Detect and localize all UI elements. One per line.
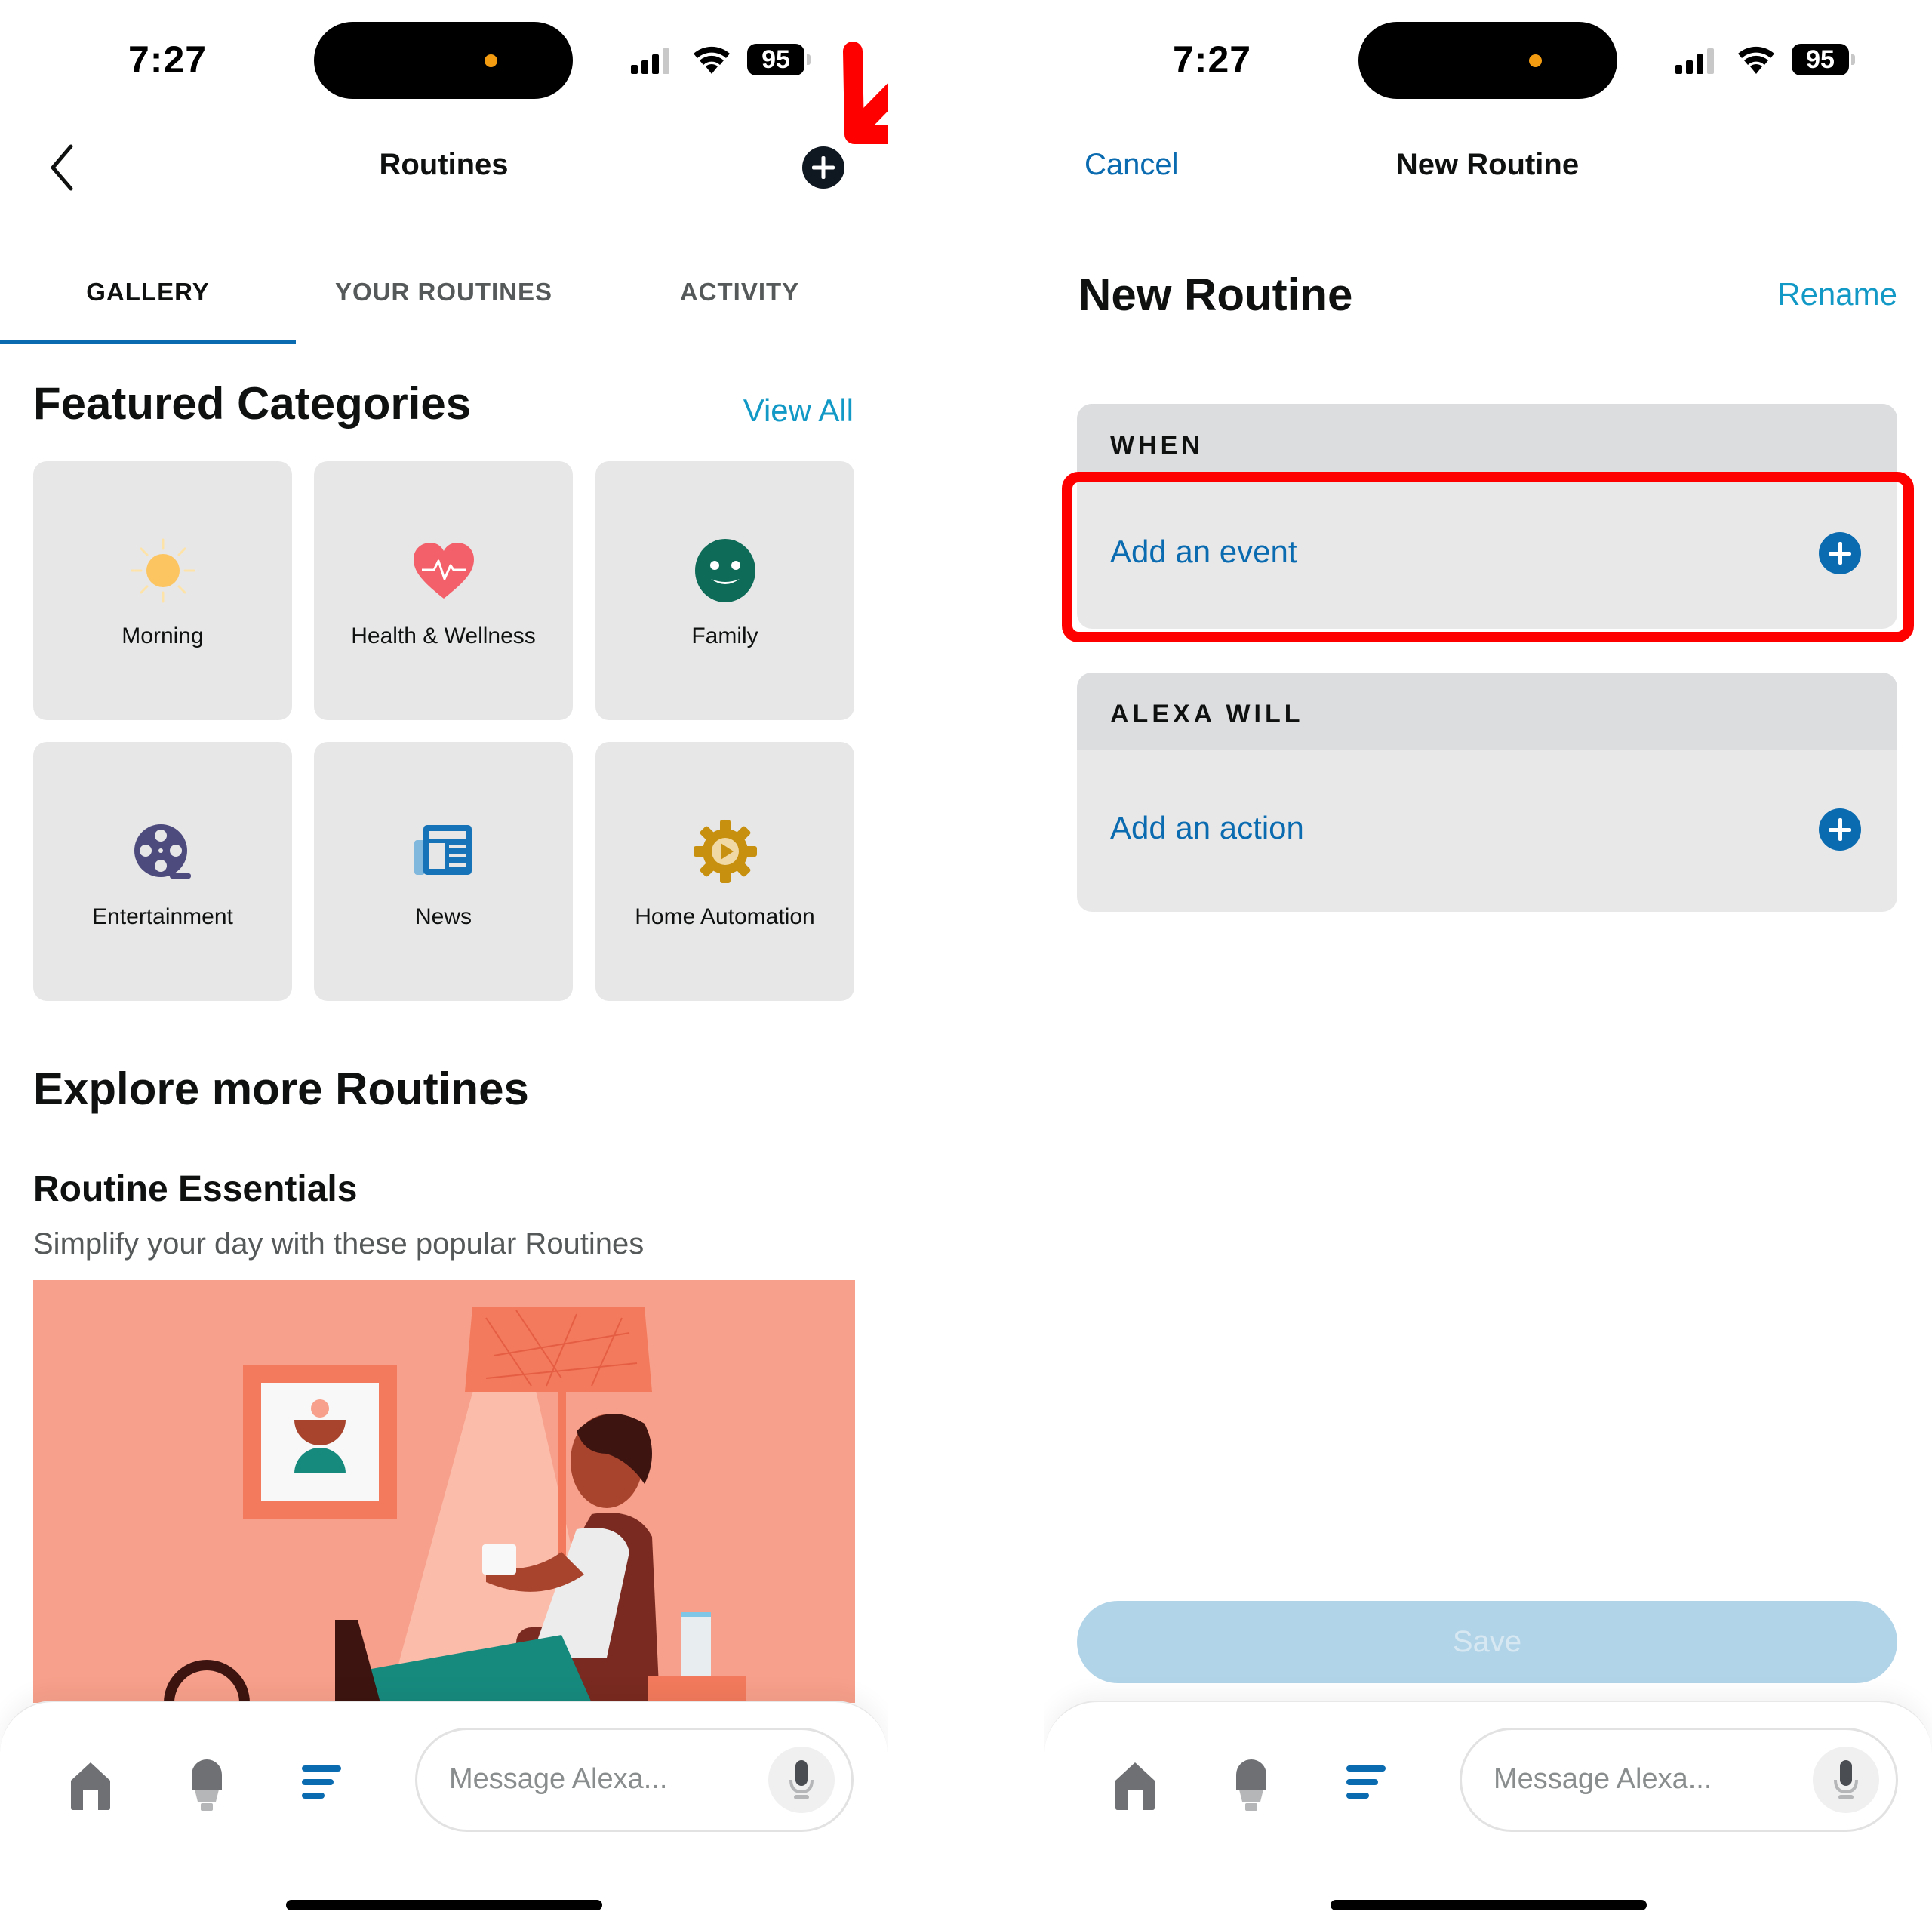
person-relaxing-illustration — [33, 1280, 855, 1703]
battery-indicator: 95 — [747, 44, 811, 75]
save-button[interactable]: Save — [1077, 1601, 1897, 1683]
alexa-will-section: ALEXA WILL Add an action — [1077, 673, 1897, 912]
newspaper-icon — [414, 825, 472, 875]
microphone-button[interactable] — [1813, 1747, 1879, 1813]
microphone-icon — [1834, 1760, 1858, 1799]
smiley-icon — [694, 539, 755, 602]
routine-essentials-subtitle: Simplify your day with these popular Rou… — [33, 1227, 645, 1261]
wifi-icon — [1738, 46, 1774, 74]
routine-essentials-illustration[interactable] — [33, 1280, 855, 1703]
more-menu-icon[interactable] — [300, 1764, 343, 1800]
heart-pulse-icon — [413, 543, 474, 599]
status-time: 7:27 — [128, 38, 208, 81]
tab-gallery[interactable]: GALLERY — [0, 278, 296, 306]
battery-indicator: 95 — [1792, 44, 1855, 75]
category-label: Morning — [122, 623, 204, 648]
cellular-signal-icon — [1675, 47, 1714, 74]
routine-name-heading: New Routine — [1078, 269, 1353, 320]
message-alexa-input[interactable]: Message Alexa... — [415, 1728, 854, 1832]
dynamic-island — [314, 22, 573, 99]
category-card-news[interactable]: News — [314, 742, 573, 1001]
home-indicator[interactable] — [286, 1900, 602, 1910]
sun-icon — [131, 538, 195, 603]
tab-activity[interactable]: ACTIVITY — [592, 278, 888, 306]
battery-level: 95 — [1792, 44, 1849, 75]
battery-cap — [1851, 54, 1855, 65]
annotation-arrow — [843, 42, 888, 144]
add-action-plus-icon[interactable] — [1819, 808, 1861, 851]
home-indicator[interactable] — [1331, 1900, 1647, 1910]
category-label: Home Automation — [635, 904, 815, 929]
message-placeholder: Message Alexa... — [449, 1763, 668, 1795]
rename-link[interactable]: Rename — [1777, 276, 1897, 312]
microphone-icon — [789, 1760, 814, 1799]
when-header-label: WHEN — [1110, 431, 1204, 460]
more-menu-icon[interactable] — [1345, 1764, 1387, 1800]
lightbulb-icon[interactable] — [190, 1759, 223, 1812]
message-placeholder: Message Alexa... — [1494, 1763, 1712, 1795]
category-label: Entertainment — [92, 904, 233, 929]
gear-play-icon — [693, 820, 757, 883]
wifi-icon — [694, 46, 730, 74]
active-tab-indicator — [0, 340, 296, 344]
view-all-link[interactable]: View All — [743, 392, 854, 429]
new-routine-screen: 7:27 95 Cancel New Routine New Routine R… — [1044, 0, 1932, 1927]
nav-title: New Routine — [1395, 148, 1580, 181]
category-card-home-automation[interactable]: Home Automation — [595, 742, 854, 1001]
dynamic-island — [1358, 22, 1617, 99]
annotation-highlight-box — [1062, 472, 1914, 642]
category-card-health-wellness[interactable]: Health & Wellness — [314, 461, 573, 720]
add-action-label: Add an action — [1110, 810, 1304, 845]
routine-essentials-title: Routine Essentials — [33, 1169, 358, 1209]
status-time: 7:27 — [1173, 38, 1252, 81]
chevron-left-icon[interactable] — [47, 143, 77, 192]
explore-title: Explore more Routines — [33, 1064, 529, 1114]
battery-cap — [807, 54, 811, 65]
category-label: News — [414, 904, 472, 929]
cancel-button[interactable]: Cancel — [1084, 148, 1179, 182]
routines-gallery-screen: 7:27 95 Routines GALLERY YOUR ROUTINES A… — [0, 0, 888, 1927]
featured-categories-title: Featured Categories — [33, 378, 472, 429]
bottom-navigation-bar: Message Alexa... — [1044, 1701, 1932, 1927]
lightbulb-icon[interactable] — [1235, 1759, 1268, 1812]
add-action-row[interactable]: Add an action — [1077, 750, 1897, 912]
nav-title: Routines — [379, 148, 509, 181]
privacy-indicator-dot — [485, 54, 497, 67]
bottom-navigation-bar: Message Alexa... — [0, 1701, 888, 1927]
category-label: Health & Wellness — [351, 623, 536, 648]
category-card-entertainment[interactable]: Entertainment — [33, 742, 292, 1001]
alexa-will-section-header: ALEXA WILL — [1077, 673, 1897, 750]
category-card-morning[interactable]: Morning — [33, 461, 292, 720]
microphone-button[interactable] — [768, 1747, 835, 1813]
alexa-will-header-label: ALEXA WILL — [1110, 700, 1304, 728]
battery-level: 95 — [747, 44, 804, 75]
tab-your-routines[interactable]: YOUR ROUTINES — [296, 278, 592, 306]
home-icon[interactable] — [69, 1761, 112, 1811]
home-icon[interactable] — [1114, 1761, 1156, 1811]
privacy-indicator-dot — [1529, 54, 1542, 67]
when-section-header: WHEN — [1077, 404, 1897, 481]
category-card-family[interactable]: Family — [595, 461, 854, 720]
message-alexa-input[interactable]: Message Alexa... — [1460, 1728, 1898, 1832]
category-label: Family — [691, 623, 758, 648]
film-reel-icon — [134, 824, 191, 879]
cellular-signal-icon — [631, 47, 669, 74]
